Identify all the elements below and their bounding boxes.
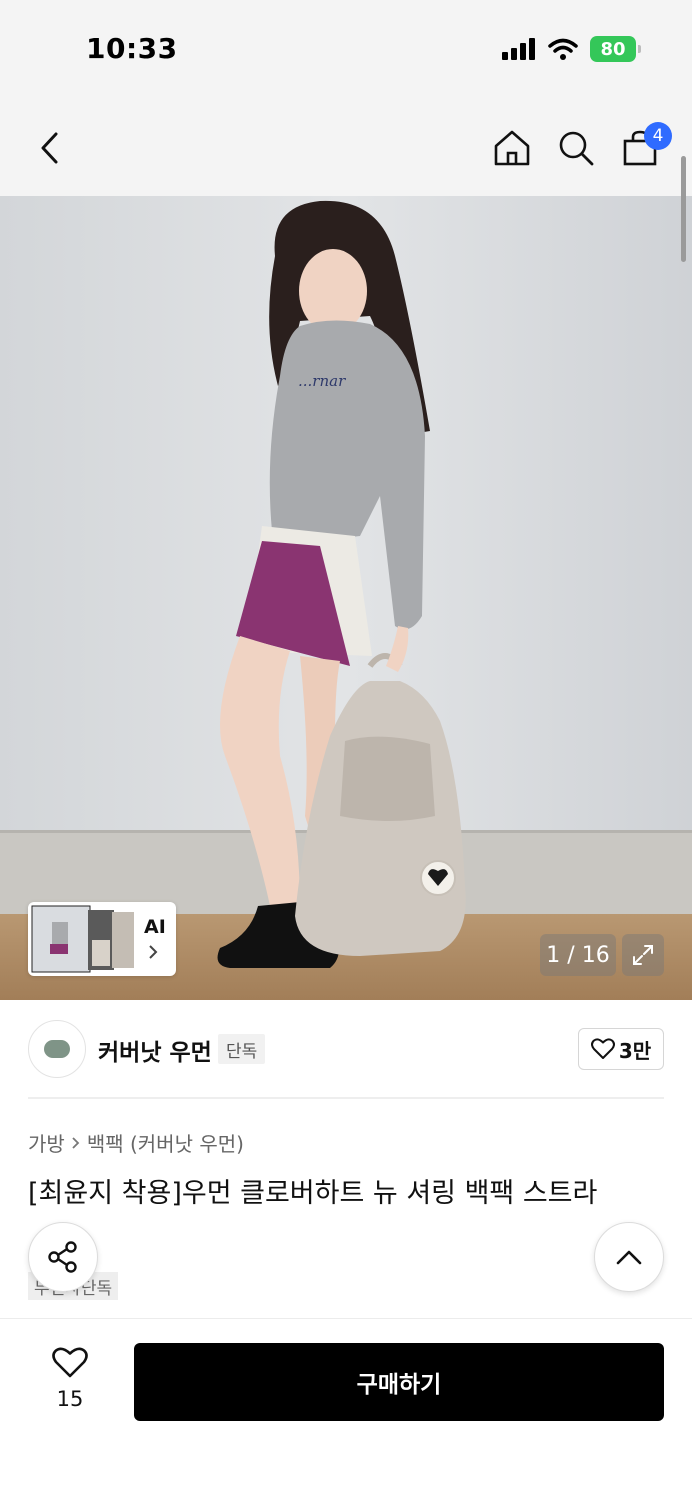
signal-icon	[502, 38, 535, 60]
search-button[interactable]	[552, 124, 600, 172]
wishlist-count: 15	[56, 1387, 84, 1411]
chevron-right-icon	[72, 1136, 80, 1149]
brand-like-button[interactable]: 3만	[578, 1028, 664, 1070]
wifi-icon	[548, 38, 578, 60]
heart-icon	[52, 1347, 88, 1378]
buy-button[interactable]: 구매하기	[134, 1343, 664, 1421]
product-title: [최윤지 착용]우먼 클로버하트 뉴 셔링 백팩 스트라	[28, 1178, 598, 1209]
divider	[28, 1097, 664, 1099]
cart-count-badge: 4	[644, 122, 672, 150]
brand-name[interactable]: 커버낫 우먼	[98, 1033, 212, 1067]
breadcrumb-subcategory[interactable]: 백팩 (커버낫 우먼)	[87, 1128, 244, 1157]
cart-button[interactable]: 4	[616, 122, 672, 172]
brand-row: 커버낫 우먼 단독 3만	[28, 1020, 664, 1078]
wishlist-button[interactable]: 15	[40, 1347, 100, 1411]
share-button[interactable]	[28, 1222, 98, 1292]
top-nav: 4	[0, 100, 692, 196]
expand-image-button[interactable]	[622, 934, 664, 976]
svg-text:...rnar: ...rnar	[298, 372, 346, 390]
back-button[interactable]	[26, 124, 74, 172]
status-bar: 10:33 80	[0, 0, 692, 100]
breadcrumb: 가방 백팩 (커버낫 우먼)	[28, 1128, 244, 1157]
page-scrollbar[interactable]	[681, 156, 686, 262]
search-icon	[559, 131, 594, 166]
brand-logo[interactable]	[28, 1020, 86, 1078]
status-icons: 80	[502, 36, 641, 62]
brand-like-count: 3만	[618, 1038, 652, 1063]
bottom-action-bar: 15 구매하기	[0, 1318, 692, 1500]
image-counter: 1 / 16	[540, 934, 616, 976]
scroll-to-top-button[interactable]	[594, 1222, 664, 1292]
ai-label: AI	[144, 916, 166, 938]
product-image-gallery[interactable]: ...rnar AI 1 / 16	[0, 196, 692, 1000]
breadcrumb-category[interactable]: 가방	[28, 1128, 65, 1157]
chevron-right-icon	[149, 945, 158, 959]
home-button[interactable]	[488, 124, 536, 172]
back-arrow-icon	[41, 132, 58, 164]
thumbnail-images	[31, 905, 134, 973]
status-time: 10:33	[86, 32, 178, 65]
battery-indicator: 80	[590, 36, 641, 62]
share-icon	[48, 1241, 77, 1273]
product-photo: ...rnar	[0, 196, 692, 1000]
heart-icon	[590, 1038, 615, 1059]
home-icon	[494, 130, 530, 166]
battery-level: 80	[600, 38, 626, 60]
expand-icon	[633, 945, 653, 965]
exclusive-badge: 단독	[218, 1034, 266, 1064]
chevron-up-icon	[616, 1250, 642, 1265]
ai-thumbnail-preview[interactable]: AI	[28, 902, 176, 976]
